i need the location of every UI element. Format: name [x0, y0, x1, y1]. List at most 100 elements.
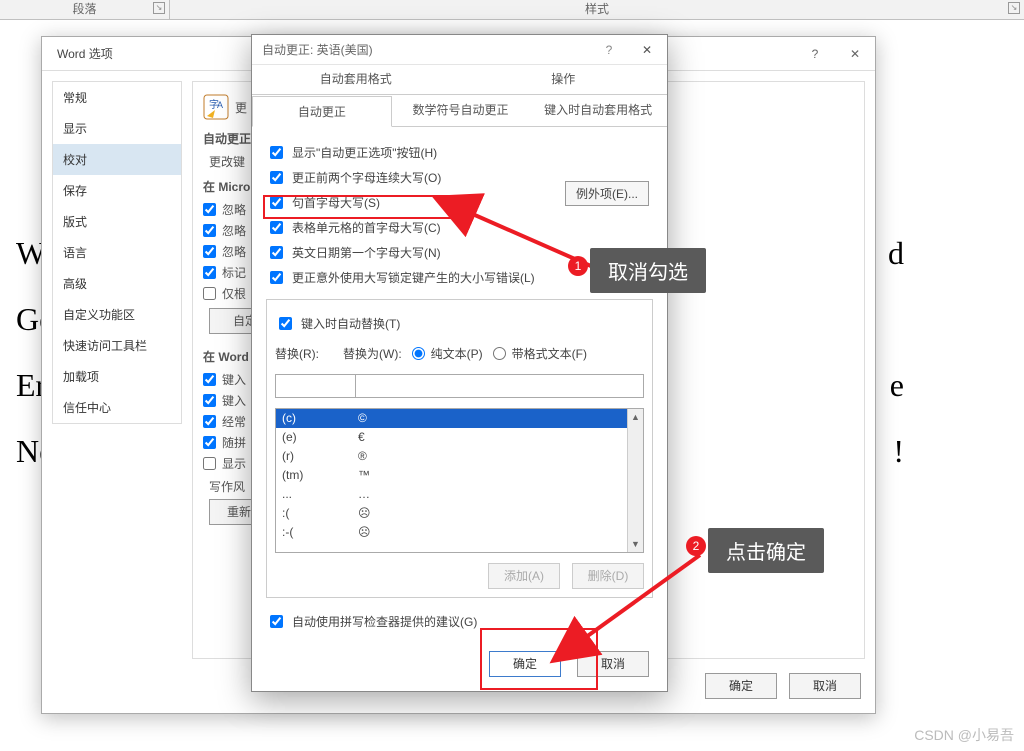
close-icon[interactable]: ✕: [835, 37, 875, 71]
help-icon[interactable]: ?: [591, 35, 627, 65]
table-cell-key: :-(: [276, 523, 358, 542]
dialog-buttons: 确定 取消: [705, 673, 861, 699]
checkbox-label: 更正前两个字母连续大写(O): [292, 169, 441, 186]
table-cell-value: …: [358, 485, 370, 504]
help-icon[interactable]: ?: [795, 37, 835, 71]
dialog-title: 自动更正: 英语(美国) ? ✕: [252, 35, 667, 65]
options-nav-item[interactable]: 信任中心: [53, 392, 181, 423]
options-nav-item[interactable]: 自定义功能区: [53, 299, 181, 330]
checkbox[interactable]: [203, 394, 216, 407]
scrollbar[interactable]: ▲ ▼: [627, 409, 643, 552]
checkbox[interactable]: [270, 246, 283, 259]
ribbon-group-label: 样式: [585, 2, 609, 16]
cancel-button[interactable]: 取消: [577, 651, 649, 677]
checkbox[interactable]: [203, 436, 216, 449]
checkbox[interactable]: [203, 203, 216, 216]
checkbox-label: 英文日期第一个字母大写(N): [292, 244, 441, 261]
table-row[interactable]: (r)®: [276, 447, 643, 466]
tab-actions[interactable]: 操作: [460, 65, 668, 94]
ok-button[interactable]: 确定: [705, 673, 777, 699]
use-spellcheck-suggestions[interactable]: 自动使用拼写检查器提供的建议(G): [266, 612, 653, 631]
options-nav-item[interactable]: 版式: [53, 206, 181, 237]
ribbon-group-styles: 样式 ↘: [170, 0, 1024, 20]
delete-button[interactable]: 删除(D): [572, 563, 644, 589]
options-nav-item[interactable]: 校对: [53, 144, 181, 175]
table-cell-key: (e): [276, 428, 358, 447]
checkbox[interactable]: [203, 287, 216, 300]
checkbox-label: 忽略: [222, 201, 246, 218]
autocorrect-option[interactable]: 表格单元格的首字母大写(C): [266, 218, 653, 237]
table-row[interactable]: (tm)™: [276, 466, 643, 485]
options-nav-item[interactable]: 语言: [53, 237, 181, 268]
options-nav-item[interactable]: 高级: [53, 268, 181, 299]
with-input[interactable]: [355, 374, 644, 398]
table-row[interactable]: ...…: [276, 485, 643, 504]
checkbox[interactable]: [270, 221, 283, 234]
checkbox[interactable]: [203, 245, 216, 258]
options-nav-item[interactable]: 保存: [53, 175, 181, 206]
radio[interactable]: [493, 347, 506, 360]
table-cell-value: €: [358, 428, 365, 447]
checkbox[interactable]: [270, 171, 283, 184]
cancel-button[interactable]: 取消: [789, 673, 861, 699]
options-nav-item[interactable]: 显示: [53, 113, 181, 144]
checkbox[interactable]: [270, 146, 283, 159]
replace-as-you-type-checkbox[interactable]: [279, 317, 292, 330]
ok-button[interactable]: 确定: [489, 651, 561, 677]
options-nav-item[interactable]: 加载项: [53, 361, 181, 392]
options-nav-item[interactable]: 快速访问工具栏: [53, 330, 181, 361]
watermark: CSDN @小易吾: [914, 725, 1014, 745]
dialog-title-text: 自动更正: 英语(美国): [262, 43, 373, 57]
scroll-down-icon[interactable]: ▼: [628, 536, 643, 552]
replace-label: 替换(R):: [275, 345, 333, 362]
scroll-up-icon[interactable]: ▲: [628, 409, 643, 425]
table-cell-key: ...: [276, 485, 358, 504]
sub-tab[interactable]: 自动更正: [252, 96, 392, 127]
annotation-callout-1: 取消勾选: [590, 248, 706, 293]
checkbox[interactable]: [203, 457, 216, 470]
checkbox[interactable]: [203, 266, 216, 279]
dialog-launcher-icon[interactable]: ↘: [1008, 2, 1020, 14]
checkbox-label: 更正意外使用大写锁定键产生的大小写错误(L): [292, 269, 535, 286]
autocorrect-dialog: 自动更正: 英语(美国) ? ✕ 自动套用格式 操作 自动更正数学符号自动更正键…: [251, 34, 668, 692]
sub-tab[interactable]: 键入时自动套用格式: [529, 95, 667, 126]
replace-input[interactable]: [275, 374, 355, 398]
checkbox-label: 忽略: [222, 222, 246, 239]
replace-box: 键入时自动替换(T) 替换(R): 替换为(W): 纯文本(P) 带格式文本(F…: [266, 299, 653, 598]
header-text: 更: [235, 99, 247, 116]
sub-tab[interactable]: 数学符号自动更正: [392, 95, 530, 126]
table-row[interactable]: :-(☹: [276, 523, 643, 542]
checkbox-label: 键入: [222, 392, 246, 409]
checkbox-label: 经常: [222, 413, 246, 430]
checkbox-label: 句首字母大写(S): [292, 194, 380, 211]
autocorrect-option[interactable]: 显示"自动更正选项"按钮(H): [266, 143, 653, 162]
table-cell-value: ©: [358, 409, 367, 428]
close-icon[interactable]: ✕: [627, 35, 667, 65]
use-spellcheck-checkbox[interactable]: [270, 615, 283, 628]
autocorrect-options-icon: 字A: [203, 94, 229, 120]
formatted-text-radio[interactable]: 带格式文本(F): [493, 345, 587, 362]
annotation-badge-2: 2: [686, 536, 706, 556]
table-row[interactable]: (c)©: [276, 409, 643, 428]
checkbox[interactable]: [203, 415, 216, 428]
plain-text-radio[interactable]: 纯文本(P): [412, 345, 483, 362]
table-row[interactable]: (e)€: [276, 428, 643, 447]
radio-label: 纯文本(P): [431, 345, 483, 362]
replace-as-you-type[interactable]: 键入时自动替换(T): [275, 314, 644, 333]
tab-autoformat[interactable]: 自动套用格式: [252, 65, 460, 94]
table-cell-value: ☹: [358, 504, 371, 523]
replace-table[interactable]: (c)©(e)€(r)®(tm)™...…:(☹:-(☹ ▲ ▼: [275, 408, 644, 553]
radio[interactable]: [412, 347, 425, 360]
checkbox[interactable]: [270, 271, 283, 284]
ribbon-group-paragraph: 段落 ↘: [0, 0, 170, 20]
checkbox[interactable]: [203, 373, 216, 386]
checkbox[interactable]: [270, 196, 283, 209]
dialog-launcher-icon[interactable]: ↘: [153, 2, 165, 14]
checkbox-label: 键入: [222, 371, 246, 388]
top-tabs: 自动套用格式 操作: [252, 65, 667, 95]
checkbox[interactable]: [203, 224, 216, 237]
options-nav-item[interactable]: 常规: [53, 82, 181, 113]
table-row[interactable]: :(☹: [276, 504, 643, 523]
add-button[interactable]: 添加(A): [488, 563, 560, 589]
exceptions-button[interactable]: 例外项(E)...: [565, 181, 649, 206]
